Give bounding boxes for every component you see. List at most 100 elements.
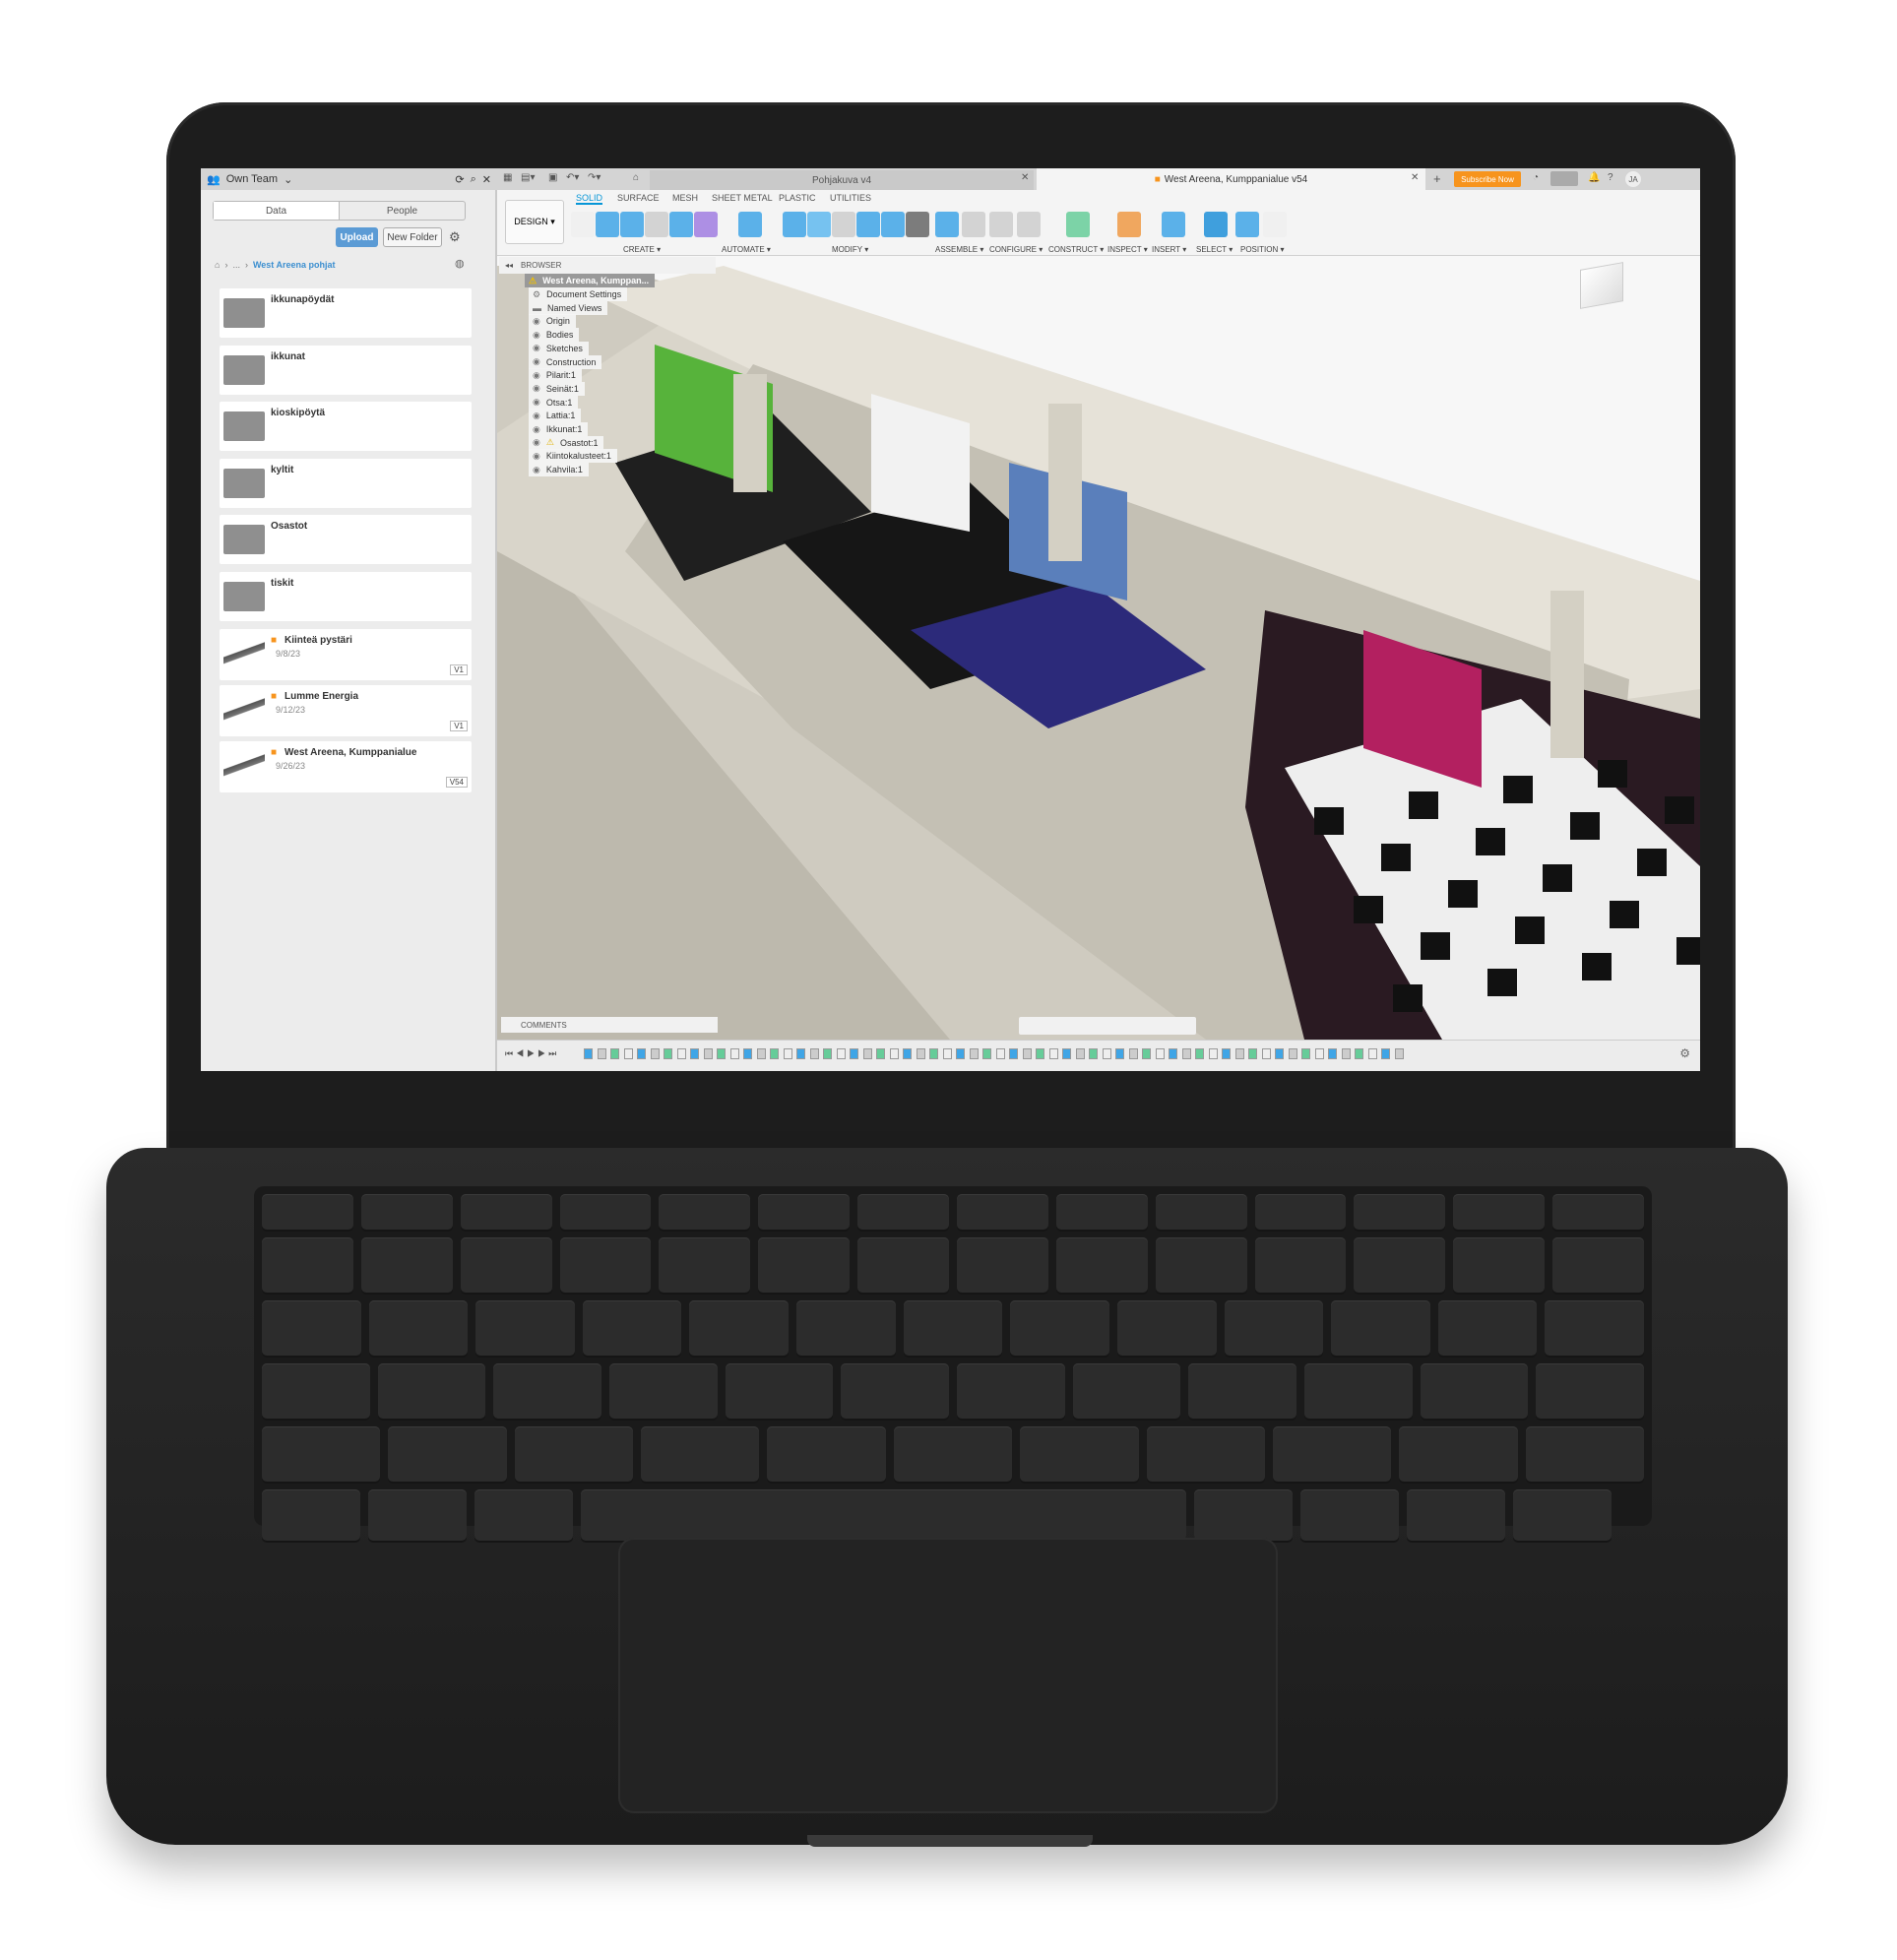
timeline-feature-icon[interactable] (1102, 1048, 1111, 1059)
file-item[interactable]: ■ West Areena, Kumppanialue 9/26/23 V54 (220, 741, 472, 792)
folder-item[interactable]: ikkunat (220, 345, 472, 395)
timeline-feature-icon[interactable] (597, 1048, 606, 1059)
apps-grid-icon[interactable]: ▦ (503, 172, 512, 183)
timeline-feature-icon[interactable] (1115, 1048, 1124, 1059)
workspace-switcher[interactable]: DESIGN ▾ (505, 200, 564, 244)
timeline-feature-icon[interactable] (876, 1048, 885, 1059)
timeline-feature-icon[interactable] (956, 1048, 965, 1059)
breadcrumb-ellipsis[interactable]: ... (232, 260, 240, 270)
toolbar-tool-icon[interactable] (669, 212, 693, 237)
toolbar-group[interactable]: INSERT ▾ (1152, 245, 1186, 254)
timeline-settings-icon[interactable]: ⚙ (1679, 1046, 1690, 1060)
close-tab-icon[interactable]: ✕ (1411, 172, 1419, 183)
redo-icon[interactable]: ↷▾ (588, 172, 601, 183)
toolbar-group[interactable]: CREATE ▾ (623, 245, 661, 254)
timeline-feature-icon[interactable] (676, 1048, 686, 1059)
gear-icon[interactable]: ⚙ (449, 229, 461, 245)
timeline-feature-icon[interactable] (1022, 1048, 1032, 1059)
toolbar-group[interactable]: MODIFY ▾ (832, 245, 868, 254)
folder-icon[interactable]: ▬ (533, 303, 541, 313)
bell-icon[interactable]: 🔔 (1588, 172, 1600, 183)
team-selector[interactable]: Own Team (226, 173, 278, 185)
timeline-feature-icon[interactable] (1142, 1048, 1151, 1059)
eye-icon[interactable]: ◉ (533, 383, 540, 394)
browser-root[interactable]: ⚠ West Areena, Kumppan... (525, 274, 656, 287)
eye-icon[interactable]: ◉ (533, 465, 540, 475)
timeline-feature-icon[interactable] (770, 1048, 779, 1059)
timeline-feature-icon[interactable] (637, 1048, 646, 1059)
toolbar-group[interactable]: CONFIGURE ▾ (989, 245, 1043, 254)
folder-item[interactable]: kyltit (220, 458, 472, 508)
menu-tab[interactable]: PLASTIC (779, 193, 816, 203)
new-folder-button[interactable]: New Folder (383, 227, 442, 247)
toolbar-tool-icon[interactable] (1235, 212, 1259, 237)
browser-node[interactable]: ◉ Kahvila:1 (529, 463, 589, 477)
timeline-feature-icon[interactable] (809, 1048, 819, 1059)
toolbar-tool-icon[interactable] (832, 212, 855, 237)
collapse-icon[interactable]: ◂◂ (505, 261, 513, 270)
home-icon[interactable]: ⌂ (215, 260, 220, 270)
timeline-feature-icon[interactable] (862, 1048, 872, 1059)
view-cube[interactable] (1580, 262, 1623, 309)
toolbar-tool-icon[interactable] (962, 212, 985, 237)
eye-icon[interactable]: ◉ (533, 411, 540, 421)
browser-node[interactable]: ◉ Origin (529, 314, 576, 329)
eye-icon[interactable]: ◉ (533, 397, 540, 408)
timeline-feature-icon[interactable] (610, 1048, 619, 1059)
timeline-feature-icon[interactable] (942, 1048, 952, 1059)
timeline-feature-icon[interactable] (1234, 1048, 1244, 1059)
browser-node[interactable]: ◉ Pilarit:1 (529, 368, 582, 383)
timeline-feature-icon[interactable] (743, 1048, 752, 1059)
undo-icon[interactable]: ↶▾ (566, 172, 579, 183)
timeline-feature-icon[interactable] (1169, 1048, 1177, 1059)
folder-item[interactable]: ikkunapöydät (220, 288, 472, 338)
timeline-feature-icon[interactable] (1328, 1048, 1337, 1059)
toolbar-group[interactable]: AUTOMATE ▾ (722, 245, 771, 254)
timeline-feature-icon[interactable] (1261, 1048, 1271, 1059)
menu-tab[interactable]: SURFACE (617, 193, 660, 203)
timeline-feature-icon[interactable] (995, 1048, 1005, 1059)
toolbar-tool-icon[interactable] (856, 212, 880, 237)
eye-icon[interactable]: ◉ (533, 356, 540, 367)
folder-item[interactable]: tiskit (220, 571, 472, 621)
toolbar-group[interactable]: POSITION ▾ (1240, 245, 1284, 254)
timeline-feature-icon[interactable] (796, 1048, 805, 1059)
toolbar-tool-icon[interactable] (1263, 212, 1287, 237)
menu-tab[interactable]: UTILITIES (830, 193, 871, 203)
toolbar-tool-icon[interactable] (1117, 212, 1141, 237)
toolbar-tool-icon[interactable] (738, 212, 762, 237)
timeline-feature-icon[interactable] (703, 1048, 713, 1059)
browser-node[interactable]: ◉ Kiintokalusteet:1 (529, 449, 617, 464)
timeline[interactable]: ⏮◀▶▶⏭ ⚙ (497, 1040, 1700, 1071)
menu-tab[interactable]: SOLID (576, 193, 603, 205)
close-tab-icon[interactable]: ✕ (1021, 172, 1029, 183)
eye-icon[interactable]: ◉ (533, 424, 540, 435)
browser-node[interactable]: ◉ ⚠ Osastot:1 (529, 435, 604, 450)
tab-data[interactable]: Data (214, 202, 340, 220)
timeline-feature-icon[interactable] (1181, 1048, 1191, 1059)
timeline-feature-icon[interactable] (1367, 1048, 1377, 1059)
browser-node[interactable]: ◉ Otsa:1 (529, 395, 579, 410)
subscribe-button[interactable]: Subscribe Now (1454, 171, 1521, 187)
refresh-icon[interactable]: ⟳ (455, 173, 464, 186)
timeline-feature-icon[interactable] (1009, 1048, 1018, 1059)
toolbar-tool-icon[interactable] (596, 212, 619, 237)
timeline-feature-icon[interactable] (889, 1048, 899, 1059)
toolbar-group[interactable]: ASSEMBLE ▾ (935, 245, 983, 254)
timeline-feature-icon[interactable] (1222, 1048, 1231, 1059)
timeline-feature-icon[interactable] (1301, 1048, 1310, 1059)
timeline-feature-icon[interactable] (1341, 1048, 1351, 1059)
new-tab-icon[interactable]: + (1433, 171, 1441, 186)
menu-tab[interactable]: SHEET METAL (712, 193, 773, 203)
timeline-feature-icon[interactable] (823, 1048, 832, 1059)
job-status-icon[interactable]: ◔ (1533, 172, 1539, 183)
upload-button[interactable]: Upload (336, 227, 378, 247)
comments-panel[interactable]: COMMENTS (501, 1017, 718, 1033)
browser-node[interactable]: ◉ Ikkunat:1 (529, 422, 589, 436)
timeline-feature-icon[interactable] (756, 1048, 766, 1059)
timeline-feature-icon[interactable] (1355, 1048, 1363, 1059)
breadcrumb-current[interactable]: West Areena pohjat (253, 260, 336, 270)
timeline-feature-icon[interactable] (1195, 1048, 1204, 1059)
gear-icon[interactable]: ⚙ (533, 289, 540, 300)
timeline-feature-icon[interactable] (969, 1048, 979, 1059)
